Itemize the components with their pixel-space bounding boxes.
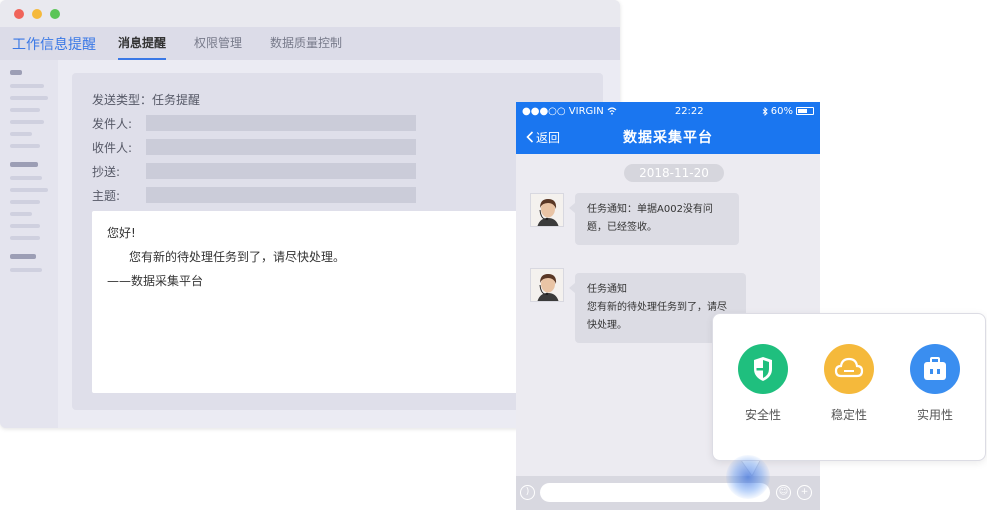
feature-panel: 安全性 稳定性 实用性 [712, 313, 986, 461]
sidebar-item[interactable] [10, 84, 44, 88]
send-type-row: 发送类型：任务提醒 [92, 87, 583, 111]
cc-field[interactable] [146, 163, 416, 179]
back-button[interactable]: 返回 [526, 129, 560, 146]
feature-stability[interactable]: 稳定性 [814, 344, 884, 423]
shield-icon [754, 357, 772, 381]
bluetooth-icon [762, 106, 768, 116]
to-field[interactable] [146, 139, 416, 155]
feature-label: 稳定性 [830, 408, 867, 422]
sidebar-item[interactable] [10, 188, 48, 192]
tab-data-quality[interactable]: 数据质量控制 [270, 27, 342, 60]
tab-permissions[interactable]: 权限管理 [194, 27, 242, 60]
phone-title: 数据采集平台 [623, 130, 713, 146]
toolbox-icon [924, 357, 946, 380]
sidebar-group-heading[interactable] [10, 70, 22, 75]
sidebar-item[interactable] [10, 176, 42, 180]
add-icon[interactable]: + [797, 485, 812, 500]
to-label: 收件人: [92, 140, 133, 155]
minimize-window-button[interactable] [32, 8, 42, 19]
clock-label: 22:22 [674, 105, 704, 117]
sidebar-item[interactable] [10, 268, 42, 272]
agent-avatar-icon [531, 269, 563, 301]
avatar[interactable] [530, 193, 564, 227]
from-row: 发件人: [92, 111, 583, 135]
sidebar-item[interactable] [10, 144, 40, 148]
feature-icon-badge [824, 344, 874, 394]
maximize-window-button[interactable] [50, 8, 60, 19]
feature-label: 实用性 [916, 408, 953, 422]
feature-label: 安全性 [744, 408, 781, 422]
phone-nav-bar: 返回 数据采集平台 [516, 120, 820, 154]
to-row: 收件人: [92, 135, 583, 159]
sidebar-item[interactable] [10, 200, 40, 204]
phone-status-bar: ●●●○○ VIRGIN 22:22 60% [516, 102, 820, 120]
sidebar-item[interactable] [10, 212, 32, 216]
subject-field[interactable] [146, 187, 416, 203]
date-badge: 2018-11-20 [624, 164, 724, 182]
agent-avatar-icon [531, 194, 563, 226]
wifi-icon [607, 107, 617, 115]
message-signature: ——数据采集平台 [107, 274, 204, 288]
sidebar-item[interactable] [10, 132, 32, 136]
sidebar-group-heading[interactable] [10, 254, 36, 259]
feature-utility[interactable]: 实用性 [900, 344, 970, 423]
voice-icon[interactable]: ) [520, 485, 535, 500]
app-brand[interactable]: 工作信息提醒 [12, 34, 96, 54]
sidebar [0, 60, 58, 428]
cloud-icon [834, 357, 864, 378]
feature-icon-badge [910, 344, 960, 394]
sidebar-group-heading[interactable] [10, 162, 38, 167]
chat-input-bar: ) ☺ + [516, 476, 820, 510]
chevron-left-icon [526, 131, 534, 143]
subject-label: 主题: [92, 188, 121, 203]
battery-label: 60% [770, 105, 793, 117]
message-text: 您有新的待处理任务到了，请尽快处理。 [129, 250, 346, 264]
touch-indicator [726, 455, 770, 499]
from-label: 发件人: [92, 116, 133, 131]
close-window-button[interactable] [14, 8, 24, 19]
sidebar-item[interactable] [10, 120, 44, 124]
avatar[interactable] [530, 268, 564, 302]
battery-icon [795, 107, 814, 115]
sidebar-item[interactable] [10, 224, 40, 228]
cc-label: 抄送: [92, 164, 121, 179]
send-type-label: 发送类型：任务提醒 [92, 92, 201, 107]
sidebar-item[interactable] [10, 96, 48, 100]
sidebar-item[interactable] [10, 108, 40, 112]
back-label: 返回 [536, 130, 561, 145]
stage: 工作信息提醒 消息提醒 权限管理 数据质量控制 发送类型：任务提醒 发件人: 收… [0, 0, 987, 510]
carrier-label: ●●●○○ VIRGIN [522, 105, 604, 117]
feature-icon-badge [738, 344, 788, 394]
window-titlebar [0, 0, 620, 27]
top-nav: 工作信息提醒 消息提醒 权限管理 数据质量控制 [0, 27, 620, 60]
emoji-icon[interactable]: ☺ [776, 485, 791, 500]
sidebar-item[interactable] [10, 236, 40, 240]
feature-security[interactable]: 安全性 [728, 344, 798, 423]
from-field[interactable] [146, 115, 416, 131]
chat-message-text: 任务通知：单据A002没有问题，已经签收。 [587, 204, 713, 233]
chat-message-title: 任务通知 [587, 284, 627, 295]
chat-bubble: 任务通知：单据A002没有问题，已经签收。 [569, 193, 739, 245]
message-greeting: 您好! [107, 226, 136, 240]
subject-row: 主题: [92, 183, 583, 207]
message-body-editor[interactable]: 您好! 您有新的待处理任务到了，请尽快处理。 ——数据采集平台 [92, 211, 542, 393]
tab-messages[interactable]: 消息提醒 [118, 27, 167, 60]
cc-row: 抄送: [92, 159, 583, 183]
